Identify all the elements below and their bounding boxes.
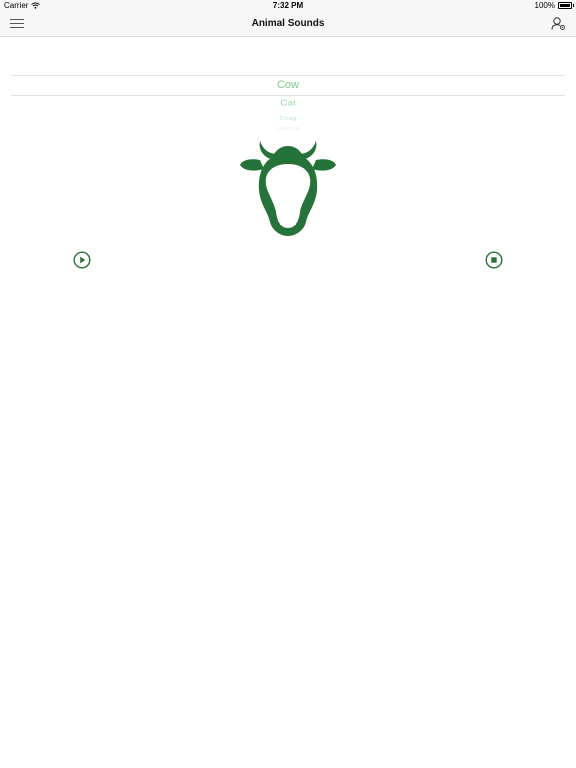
battery-fill [560,4,570,7]
play-icon[interactable] [73,251,91,269]
status-right: 100% [534,1,574,10]
stop-icon[interactable] [485,251,503,269]
picker-item-rabbit[interactable]: Rabbit [11,127,565,131]
battery-icon [558,2,574,9]
cow-head-icon [240,141,336,236]
navigation-bar: Animal Sounds [0,12,576,37]
page-title: Animal Sounds [251,18,325,29]
picker-item-cow[interactable]: Cow [11,79,565,91]
picker-item-cat[interactable]: Cat [11,99,565,108]
animal-picker[interactable]: Cow Cat Dog Rabbit [11,66,565,136]
picker-selection-top-line [11,75,565,76]
status-bar: Carrier 7:32 PM 100% [0,0,576,12]
picker-item-dog[interactable]: Dog [11,115,565,122]
status-time: 7:32 PM [272,1,304,10]
picker-selection-bottom-line [11,95,565,96]
app-screen: Carrier 7:32 PM 100% Animal Sounds Cow C… [0,0,576,768]
battery-percent: 100% [534,1,555,10]
user-gear-icon[interactable] [551,16,566,31]
